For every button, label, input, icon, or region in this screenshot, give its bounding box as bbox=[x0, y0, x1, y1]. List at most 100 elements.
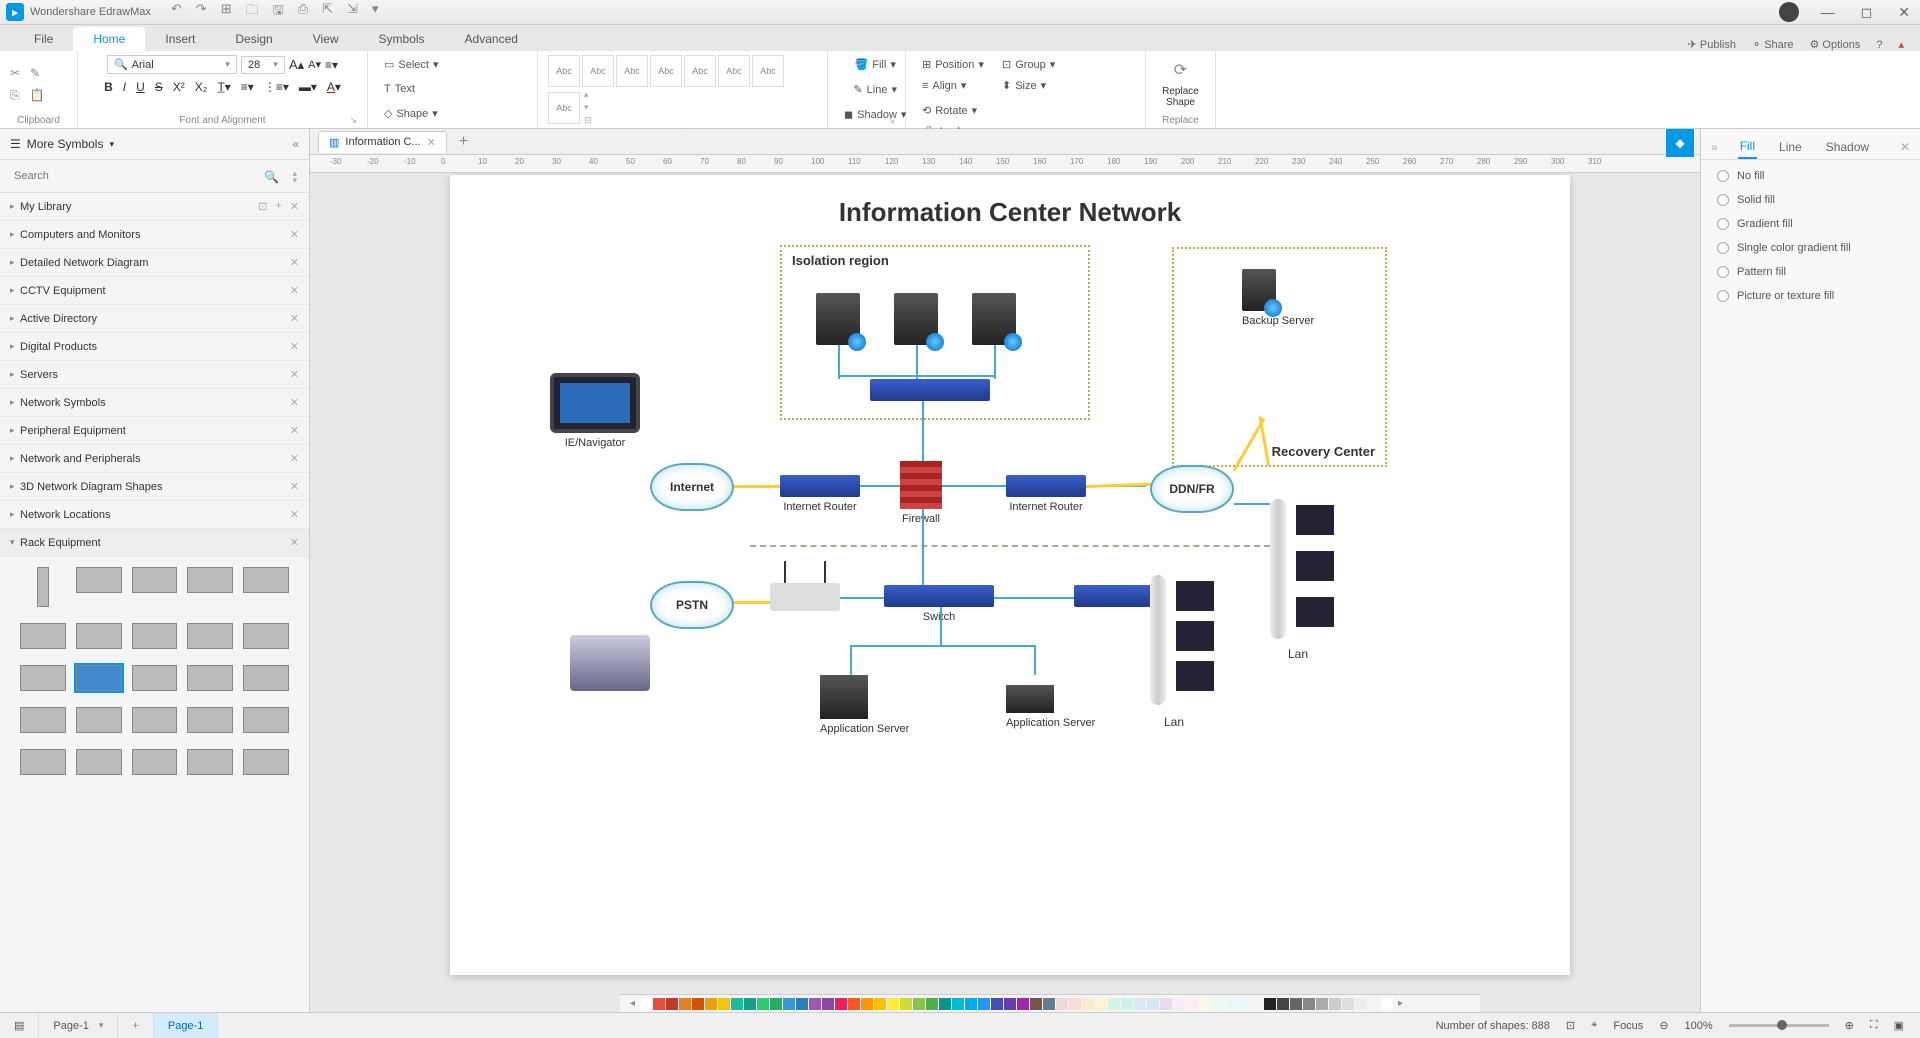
shape-thumb[interactable] bbox=[187, 707, 233, 733]
color-swatch[interactable] bbox=[1355, 998, 1367, 1010]
style-preset[interactable]: Abc bbox=[684, 55, 716, 87]
shape-thumb[interactable] bbox=[243, 749, 289, 775]
color-swatch[interactable] bbox=[835, 998, 847, 1010]
export-icon[interactable]: ⇱ bbox=[322, 1, 333, 23]
internet-cloud[interactable]: Internet bbox=[650, 463, 734, 511]
shape-thumb[interactable] bbox=[132, 567, 178, 593]
panel-toggle-handle[interactable]: ◆ bbox=[1666, 129, 1694, 157]
color-swatch[interactable] bbox=[666, 998, 678, 1010]
color-swatch[interactable] bbox=[1212, 998, 1224, 1010]
palette-left-icon[interactable]: ◂ bbox=[626, 998, 639, 1009]
style-preset[interactable]: Abc bbox=[650, 55, 682, 87]
lan-pc[interactable] bbox=[1176, 621, 1214, 651]
symbol-category[interactable]: ▸Digital Products✕ bbox=[0, 333, 309, 361]
line-spacing-icon[interactable]: ≡▾ bbox=[241, 80, 254, 94]
server-node[interactable] bbox=[894, 293, 938, 345]
color-swatch[interactable] bbox=[1160, 998, 1172, 1010]
switch-node[interactable] bbox=[870, 379, 990, 401]
shape-thumb-selected[interactable] bbox=[76, 665, 122, 691]
search-icon[interactable]: 🔍 bbox=[264, 170, 279, 184]
shape-thumb[interactable] bbox=[132, 707, 178, 733]
color-swatch[interactable] bbox=[653, 998, 665, 1010]
case-button[interactable]: T̲▾ bbox=[217, 80, 230, 94]
color-swatch[interactable] bbox=[1381, 998, 1393, 1010]
shadow-tab[interactable]: Shadow bbox=[1824, 136, 1871, 158]
align-menu-icon[interactable]: ≡▾ bbox=[325, 58, 338, 72]
shadow-button[interactable]: ◼ Shadow ▾ bbox=[838, 105, 912, 124]
import-icon[interactable]: ⇲ bbox=[347, 1, 358, 23]
bold-button[interactable]: B bbox=[104, 80, 113, 94]
symbol-category[interactable]: ▸My Library⊡+✕ bbox=[0, 193, 309, 221]
color-swatch[interactable] bbox=[1043, 998, 1055, 1010]
styles-more-icon[interactable]: ⊟ bbox=[584, 115, 592, 126]
decrease-font-icon[interactable]: A▾ bbox=[308, 58, 321, 71]
tab-view[interactable]: View bbox=[293, 27, 359, 51]
shape-thumb[interactable] bbox=[187, 749, 233, 775]
minimize-button[interactable]: — bbox=[1817, 4, 1839, 20]
color-swatch[interactable] bbox=[1264, 998, 1276, 1010]
replace-shape-label[interactable]: Replace Shape bbox=[1156, 86, 1205, 108]
color-swatch[interactable] bbox=[978, 998, 990, 1010]
shape-thumb[interactable] bbox=[76, 567, 122, 593]
style-preset[interactable]: Abc bbox=[752, 55, 784, 87]
style-preset[interactable]: Abc bbox=[616, 55, 648, 87]
shape-thumb[interactable] bbox=[243, 665, 289, 691]
category-close-icon[interactable]: ✕ bbox=[290, 368, 299, 381]
select-tool[interactable]: ▭ Select ▾ bbox=[378, 55, 454, 74]
category-close-icon[interactable]: ✕ bbox=[290, 536, 299, 549]
color-swatch[interactable] bbox=[1225, 998, 1237, 1010]
symbols-menu-icon[interactable]: ☰ bbox=[10, 137, 21, 151]
shape-thumb[interactable] bbox=[243, 707, 289, 733]
color-swatch[interactable] bbox=[731, 998, 743, 1010]
fill-tab[interactable]: Fill bbox=[1738, 135, 1757, 159]
router-node[interactable]: Internet Router bbox=[1006, 475, 1086, 513]
shape-thumb[interactable] bbox=[20, 749, 66, 775]
focus-button[interactable]: Focus bbox=[1613, 1020, 1643, 1032]
category-close-icon[interactable]: ✕ bbox=[290, 228, 299, 241]
tab-home[interactable]: Home bbox=[73, 27, 145, 51]
symbols-collapse-icon[interactable]: « bbox=[292, 137, 299, 151]
undo-icon[interactable]: ↶ bbox=[171, 1, 182, 23]
shape-thumb[interactable] bbox=[20, 623, 66, 649]
category-close-icon[interactable]: ✕ bbox=[290, 312, 299, 325]
publish-button[interactable]: ✈ Publish bbox=[1688, 38, 1736, 51]
line-tab[interactable]: Line bbox=[1777, 136, 1804, 158]
fill-option[interactable]: Pattern fill bbox=[1717, 266, 1904, 278]
tab-insert[interactable]: Insert bbox=[145, 27, 215, 51]
fill-launcher-icon[interactable]: ↘ bbox=[887, 115, 895, 126]
panel-close-icon[interactable]: ✕ bbox=[1900, 140, 1910, 154]
color-swatch[interactable] bbox=[1303, 998, 1315, 1010]
tab-advanced[interactable]: Advanced bbox=[445, 27, 538, 51]
highlight-icon[interactable]: ▬▾ bbox=[299, 80, 317, 94]
symbol-category[interactable]: ▸Network Locations✕ bbox=[0, 501, 309, 529]
color-swatch[interactable] bbox=[1186, 998, 1198, 1010]
fullscreen-icon[interactable]: ▣ bbox=[1894, 1019, 1904, 1032]
share-button[interactable]: ⚬ Share bbox=[1752, 38, 1794, 51]
symbol-category[interactable]: ▸Detailed Network Diagram✕ bbox=[0, 249, 309, 277]
color-swatch[interactable] bbox=[1121, 998, 1133, 1010]
symbol-category[interactable]: ▾Rack Equipment✕ bbox=[0, 529, 309, 557]
color-swatch[interactable] bbox=[1030, 998, 1042, 1010]
text-tool[interactable]: T Text bbox=[378, 80, 454, 98]
open-icon[interactable]: 🗀 bbox=[246, 1, 259, 23]
font-color-icon[interactable]: A▾ bbox=[327, 80, 341, 94]
shape-thumb[interactable] bbox=[20, 665, 66, 691]
page-selector[interactable]: Page-1▾ bbox=[39, 1013, 118, 1038]
color-swatch[interactable] bbox=[913, 998, 925, 1010]
app-server-2[interactable]: Application Server bbox=[1006, 685, 1095, 729]
superscript-button[interactable]: X² bbox=[173, 80, 185, 94]
style-preset[interactable]: Abc bbox=[582, 55, 614, 87]
app-server-1[interactable]: Application Server bbox=[820, 675, 909, 735]
color-swatch[interactable] bbox=[1277, 998, 1289, 1010]
color-swatch[interactable] bbox=[809, 998, 821, 1010]
shape-thumb[interactable] bbox=[187, 567, 233, 593]
canvas[interactable]: Information Center Network Isolation reg… bbox=[310, 173, 1700, 1012]
shape-thumb[interactable] bbox=[37, 567, 49, 607]
symbols-header[interactable]: More Symbols bbox=[27, 137, 104, 151]
increase-font-icon[interactable]: A▴ bbox=[289, 57, 304, 73]
modem-node[interactable] bbox=[770, 583, 840, 611]
size-button[interactable]: ⬍ Size▾ bbox=[996, 76, 1066, 95]
color-swatch[interactable] bbox=[887, 998, 899, 1010]
shape-thumb[interactable] bbox=[76, 623, 122, 649]
rack-2[interactable] bbox=[1270, 499, 1286, 639]
